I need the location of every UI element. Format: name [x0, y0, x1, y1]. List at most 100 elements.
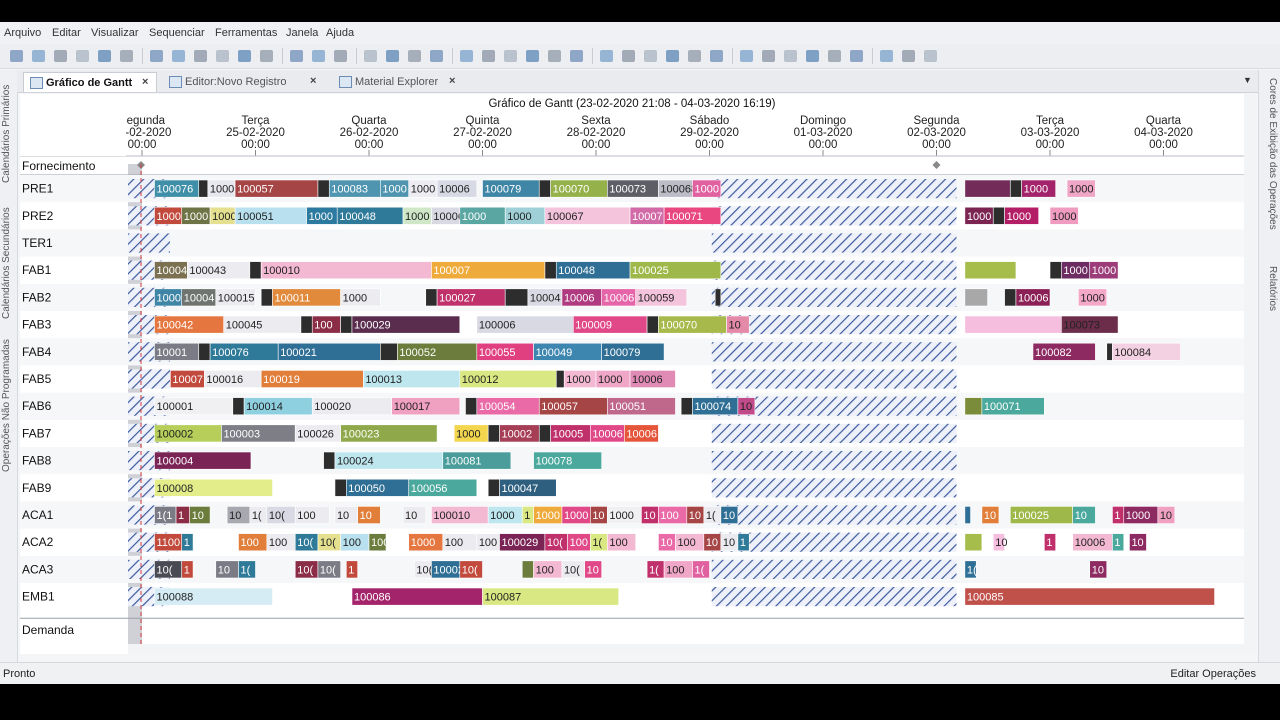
- toolbar-button-icon[interactable]: [644, 50, 657, 62]
- tab-editor-new-record[interactable]: Editor:Novo Registro ×: [163, 72, 325, 91]
- operation-bar[interactable]: [646, 315, 659, 334]
- toolbar-button-icon[interactable]: [238, 50, 251, 62]
- operation-bar[interactable]: [964, 288, 988, 307]
- operation-bar[interactable]: [1106, 342, 1113, 361]
- toolbar-button-icon[interactable]: [460, 50, 473, 62]
- toolbar-button-icon[interactable]: [880, 50, 893, 62]
- toolbar-button-icon[interactable]: [32, 50, 45, 62]
- operation-bar[interactable]: [334, 478, 347, 497]
- operation-bar[interactable]: [964, 261, 1017, 280]
- toolbar-button-icon[interactable]: [710, 50, 723, 62]
- operation-bar[interactable]: [317, 179, 330, 198]
- operation-bar[interactable]: [504, 288, 529, 307]
- side-tab-reports[interactable]: Relatórios: [1263, 266, 1278, 316]
- horizontal-scrollbar[interactable]: [128, 644, 1244, 654]
- toolbar-button-icon[interactable]: [924, 50, 937, 62]
- menu-arquivo[interactable]: Arquivo: [4, 27, 41, 39]
- menu-ajuda[interactable]: Ajuda: [326, 27, 354, 39]
- close-icon[interactable]: ×: [310, 75, 316, 87]
- operation-bar[interactable]: [714, 288, 722, 307]
- toolbar-button-icon[interactable]: [76, 50, 89, 62]
- operation-bar[interactable]: [538, 179, 551, 198]
- operation-bar[interactable]: [323, 451, 336, 470]
- operation-bar[interactable]: [964, 397, 983, 416]
- toolbar-button-icon[interactable]: [806, 50, 819, 62]
- menu-ferramentas[interactable]: Ferramentas: [215, 27, 277, 39]
- side-tab-primary-calendars[interactable]: Calendários Primários: [1, 78, 16, 190]
- operation-bar[interactable]: [198, 179, 209, 198]
- toolbar-button-icon[interactable]: [902, 50, 915, 62]
- toolbar-button-icon[interactable]: [504, 50, 517, 62]
- menu-visualizar[interactable]: Visualizar: [91, 27, 139, 39]
- operation-bar[interactable]: [340, 315, 353, 334]
- side-tab-unscheduled-operations[interactable]: Operações Não Programadas: [1, 336, 16, 476]
- toolbar-button-icon[interactable]: [482, 50, 495, 62]
- toolbar-button-icon[interactable]: [688, 50, 701, 62]
- operation-bar[interactable]: [680, 397, 693, 416]
- operation-bar[interactable]: [260, 288, 273, 307]
- gantt-chart[interactable]: Gráfico de Gantt (23-02-2020 21:08 - 04-…: [20, 94, 1244, 654]
- tab-dropdown-icon[interactable]: ▼: [1243, 75, 1252, 85]
- toolbar-button-icon[interactable]: [150, 50, 163, 62]
- close-icon[interactable]: ×: [142, 76, 148, 88]
- side-tab-operation-colors[interactable]: Cores de Exibição das Operações: [1263, 78, 1278, 238]
- toolbar-button-icon[interactable]: [600, 50, 613, 62]
- operation-bar[interactable]: [964, 533, 983, 552]
- operation-bar[interactable]: [964, 179, 1011, 198]
- toolbar-button-icon[interactable]: [194, 50, 207, 62]
- toolbar-button-icon[interactable]: [430, 50, 443, 62]
- operation-bar[interactable]: [300, 315, 313, 334]
- menu-janela[interactable]: Janela: [286, 27, 318, 39]
- toolbar-button-icon[interactable]: [312, 50, 325, 62]
- side-tab-secondary-calendars[interactable]: Calendários Secundários: [1, 196, 16, 330]
- toolbar-button-icon[interactable]: [526, 50, 539, 62]
- operation-bar[interactable]: [232, 397, 245, 416]
- operation-bar[interactable]: [380, 342, 398, 361]
- toolbar-button-icon[interactable]: [260, 50, 273, 62]
- toolbar-button-icon[interactable]: [622, 50, 635, 62]
- operation-bar[interactable]: [964, 315, 1062, 334]
- toolbar-button-icon[interactable]: [740, 50, 753, 62]
- tab-gantt-chart[interactable]: Gráfico de Gantt ×: [23, 72, 157, 92]
- operation-bar[interactable]: [521, 560, 534, 579]
- operation-bar[interactable]: [555, 370, 565, 388]
- toolbar-button-icon[interactable]: [216, 50, 229, 62]
- operation-bar[interactable]: [425, 288, 438, 307]
- toolbar-button-icon[interactable]: [666, 50, 679, 62]
- toolbar-button-icon[interactable]: [290, 50, 303, 62]
- toolbar-button-icon[interactable]: [334, 50, 347, 62]
- operation-bar[interactable]: [249, 261, 262, 280]
- toolbar-button-icon[interactable]: [172, 50, 185, 62]
- toolbar-button-icon[interactable]: [98, 50, 111, 62]
- toolbar-button-icon[interactable]: [120, 50, 133, 62]
- operation-bar[interactable]: [964, 506, 971, 524]
- operation-bar[interactable]: [544, 261, 557, 280]
- toolbar-button-icon[interactable]: [386, 50, 399, 62]
- operation-bar[interactable]: [538, 424, 551, 443]
- operation-bar[interactable]: [1049, 261, 1062, 280]
- operation-bar[interactable]: [1009, 179, 1022, 198]
- toolbar-button-icon[interactable]: [10, 50, 23, 62]
- menu-editar[interactable]: Editar: [52, 27, 81, 39]
- toolbar-button-icon[interactable]: [364, 50, 377, 62]
- operation-bar[interactable]: [487, 478, 500, 497]
- gantt-chart-area[interactable]: Gráfico de Gantt (23-02-2020 21:08 - 04-…: [20, 94, 1244, 654]
- tab-material-explorer[interactable]: Material Explorer ×: [333, 72, 463, 91]
- close-icon[interactable]: ×: [449, 75, 455, 87]
- toolbar-button-icon[interactable]: [408, 50, 421, 62]
- operation-bar[interactable]: [465, 397, 478, 416]
- toolbar-button-icon[interactable]: [762, 50, 775, 62]
- toolbar-button-icon[interactable]: [784, 50, 797, 62]
- operation-bar[interactable]: [1004, 288, 1017, 307]
- operation-bar[interactable]: [487, 424, 500, 443]
- toolbar-separator: [592, 48, 593, 64]
- toolbar-button-icon[interactable]: [54, 50, 67, 62]
- vertical-scrollbar[interactable]: [1244, 94, 1256, 654]
- toolbar-button-icon[interactable]: [548, 50, 561, 62]
- operation-bar[interactable]: [992, 206, 1005, 225]
- operation-bar[interactable]: [198, 342, 211, 361]
- toolbar-button-icon[interactable]: [570, 50, 583, 62]
- toolbar-button-icon[interactable]: [828, 50, 841, 62]
- menu-sequenciar[interactable]: Sequenciar: [149, 27, 205, 39]
- toolbar-button-icon[interactable]: [850, 50, 863, 62]
